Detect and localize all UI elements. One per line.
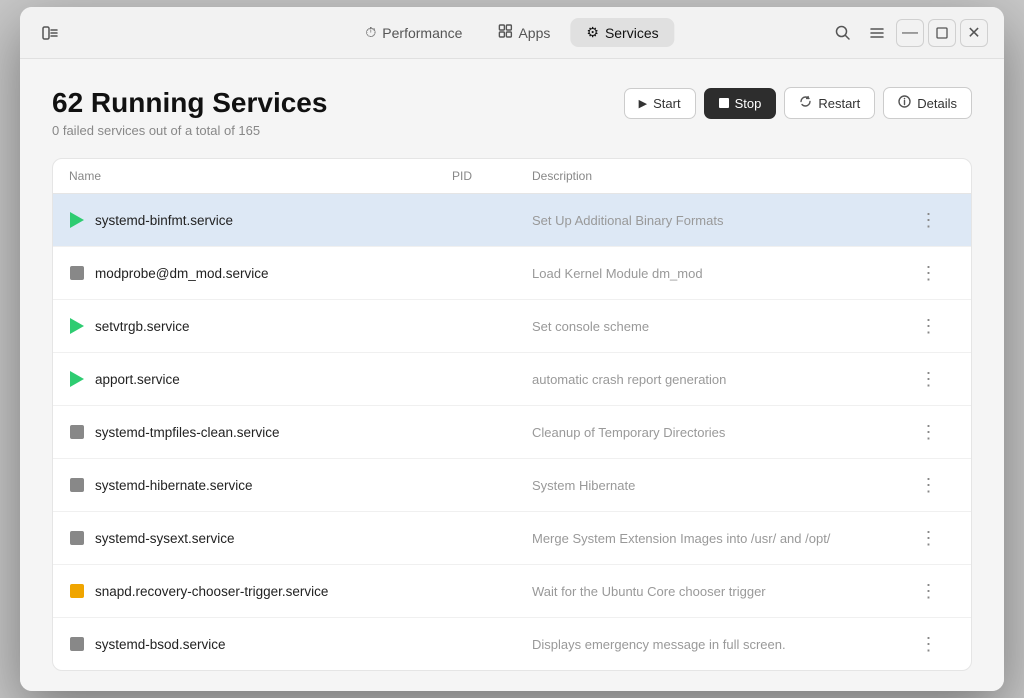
service-name: systemd-bsod.service (69, 636, 452, 652)
start-label: Start (653, 96, 680, 111)
col-pid-header: PID (452, 169, 532, 183)
tab-apps-label: Apps (518, 25, 550, 41)
service-description: automatic crash report generation (532, 372, 915, 387)
service-description: Wait for the Ubuntu Core chooser trigger (532, 584, 915, 599)
window-controls: — ✕ (896, 19, 988, 47)
tab-performance[interactable]: ⏱ Performance (349, 18, 478, 47)
services-table: Name PID Description systemd-binfmt.serv… (52, 158, 972, 671)
apps-icon (498, 24, 512, 41)
page-title: 62 Running Services (52, 87, 327, 119)
status-stopped-icon (69, 477, 85, 493)
page-subtitle: 0 failed services out of a total of 165 (52, 123, 327, 138)
tab-services-label: Services (605, 25, 659, 41)
status-running-icon (69, 212, 85, 228)
service-name: modprobe@dm_mod.service (69, 265, 452, 281)
performance-icon: ⏱ (365, 24, 376, 41)
status-running-icon (69, 371, 85, 387)
table-row[interactable]: systemd-binfmt.service Set Up Additional… (53, 194, 971, 247)
table-row[interactable]: systemd-bsod.service Displays emergency … (53, 618, 971, 670)
service-description: Merge System Extension Images into /usr/… (532, 531, 915, 546)
service-name: snapd.recovery-chooser-trigger.service (69, 583, 452, 599)
status-running-icon (69, 318, 85, 334)
close-button[interactable]: ✕ (960, 19, 988, 47)
page-title-section: 62 Running Services 0 failed services ou… (52, 87, 327, 138)
titlebar-right: — ✕ (828, 18, 988, 48)
service-description: Set Up Additional Binary Formats (532, 213, 915, 228)
row-menu-button[interactable]: ⋮ (915, 577, 943, 605)
table-row[interactable]: modprobe@dm_mod.service Load Kernel Modu… (53, 247, 971, 300)
table-row[interactable]: setvtrgb.service Set console scheme ⋮ (53, 300, 971, 353)
service-description: Displays emergency message in full scree… (532, 637, 915, 652)
row-menu-button[interactable]: ⋮ (915, 312, 943, 340)
main-window: ⏱ Performance Apps ⚙ Services (20, 7, 1004, 691)
table-header: Name PID Description (53, 159, 971, 194)
maximize-button[interactable] (928, 19, 956, 47)
service-description: Cleanup of Temporary Directories (532, 425, 915, 440)
service-name: systemd-tmpfiles-clean.service (69, 424, 452, 440)
status-stopped-icon (69, 636, 85, 652)
start-icon: ▶ (639, 97, 647, 110)
sidebar-toggle-button[interactable] (36, 19, 64, 47)
table-row[interactable]: systemd-tmpfiles-clean.service Cleanup o… (53, 406, 971, 459)
service-description: System Hibernate (532, 478, 915, 493)
action-buttons: ▶ Start Stop Restart (624, 87, 972, 119)
row-menu-button[interactable]: ⋮ (915, 365, 943, 393)
col-name-header: Name (69, 169, 452, 183)
tab-apps[interactable]: Apps (482, 18, 566, 47)
restart-button[interactable]: Restart (784, 87, 875, 119)
restart-label: Restart (818, 96, 860, 111)
table-row[interactable]: systemd-hibernate.service System Hiberna… (53, 459, 971, 512)
service-description: Load Kernel Module dm_mod (532, 266, 915, 281)
row-menu-button[interactable]: ⋮ (915, 630, 943, 658)
start-button[interactable]: ▶ Start (624, 88, 696, 119)
table-row[interactable]: apport.service automatic crash report ge… (53, 353, 971, 406)
service-description: Set console scheme (532, 319, 915, 334)
row-menu-button[interactable]: ⋮ (915, 259, 943, 287)
service-name: apport.service (69, 371, 452, 387)
search-button[interactable] (828, 18, 858, 48)
row-menu-button[interactable]: ⋮ (915, 524, 943, 552)
titlebar: ⏱ Performance Apps ⚙ Services (20, 7, 1004, 59)
status-stopped-icon (69, 265, 85, 281)
col-description-header: Description (532, 169, 915, 183)
titlebar-left (36, 19, 64, 47)
service-name: systemd-hibernate.service (69, 477, 452, 493)
details-icon (898, 95, 911, 111)
row-menu-button[interactable]: ⋮ (915, 471, 943, 499)
status-stopped-icon (69, 530, 85, 546)
menu-button[interactable] (862, 18, 892, 48)
tab-bar: ⏱ Performance Apps ⚙ Services (349, 18, 674, 47)
stop-label: Stop (735, 96, 762, 111)
service-name: systemd-binfmt.service (69, 212, 452, 228)
restart-icon (799, 95, 812, 111)
details-button[interactable]: Details (883, 87, 972, 119)
status-yellow-icon (69, 583, 85, 599)
details-label: Details (917, 96, 957, 111)
services-icon: ⚙ (586, 24, 599, 41)
table-row[interactable]: snapd.recovery-chooser-trigger.service W… (53, 565, 971, 618)
service-name: systemd-sysext.service (69, 530, 452, 546)
service-name: setvtrgb.service (69, 318, 452, 334)
row-menu-button[interactable]: ⋮ (915, 418, 943, 446)
content-area: 62 Running Services 0 failed services ou… (20, 59, 1004, 691)
stop-button[interactable]: Stop (704, 88, 777, 119)
minimize-button[interactable]: — (896, 19, 924, 47)
table-row[interactable]: systemd-sysext.service Merge System Exte… (53, 512, 971, 565)
tab-performance-label: Performance (382, 25, 462, 41)
stop-icon (719, 96, 729, 111)
row-menu-button[interactable]: ⋮ (915, 206, 943, 234)
status-stopped-icon (69, 424, 85, 440)
tab-services[interactable]: ⚙ Services (570, 18, 674, 47)
page-header: 62 Running Services 0 failed services ou… (52, 87, 972, 138)
